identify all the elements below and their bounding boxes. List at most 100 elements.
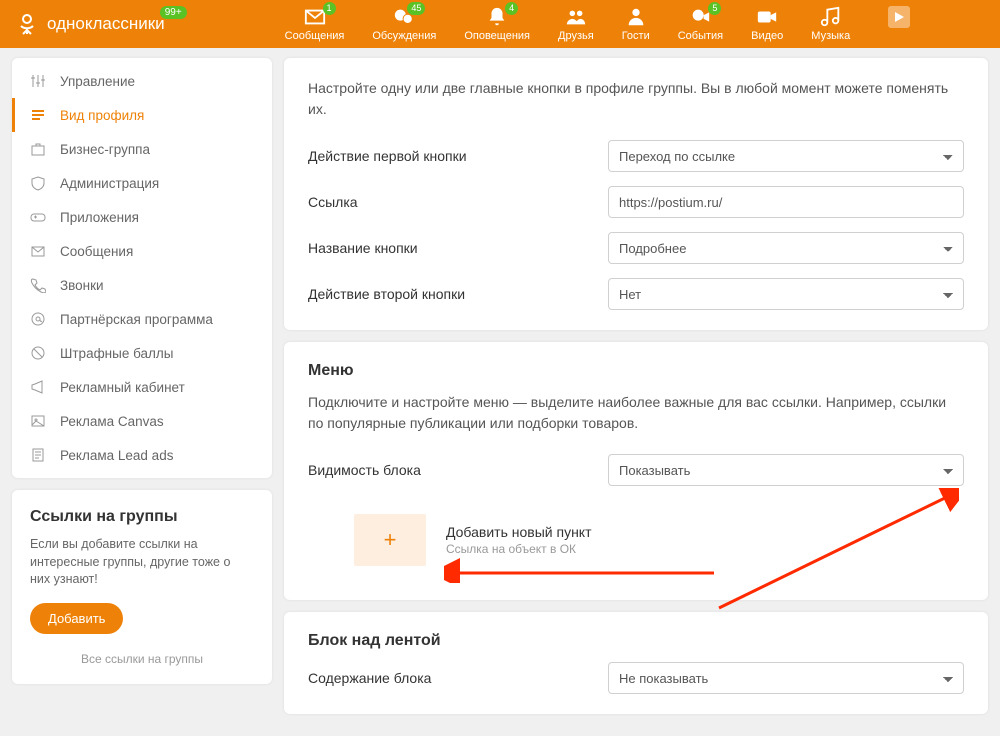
nav-music[interactable]: Музыка [811, 6, 850, 42]
sidebar-item-canvas[interactable]: Реклама Canvas [12, 404, 272, 438]
nav-friends[interactable]: Друзья [558, 6, 594, 42]
nav-video[interactable]: Видео [751, 6, 783, 42]
links-title: Ссылки на группы [30, 508, 254, 526]
ban-icon [30, 345, 46, 361]
nav-label: Гости [622, 30, 650, 42]
guest-icon [625, 6, 647, 28]
envelope-icon: 1 [304, 6, 326, 28]
play-button[interactable] [888, 6, 910, 28]
all-links-link[interactable]: Все ссылки на группы [30, 652, 254, 666]
sidebar-item-label: Сообщения [60, 244, 133, 259]
nav-discussions[interactable]: 45 Обсуждения [372, 6, 436, 42]
buttons-desc: Настройте одну или две главные кнопки в … [308, 78, 964, 120]
bell-icon: 4 [486, 6, 508, 28]
add-item-title: Добавить новый пункт [446, 524, 592, 540]
nav-label: Видео [751, 30, 783, 42]
sidebar-item-label: Реклама Canvas [60, 414, 164, 429]
badge: 45 [407, 2, 425, 15]
nav-label: Сообщения [285, 30, 345, 42]
logo-badge: 99+ [160, 6, 187, 19]
phone-icon [30, 277, 46, 293]
action2-label: Действие второй кнопки [308, 286, 608, 302]
feed-block-panel: Блок над лентой Содержание блока Не пока… [284, 612, 988, 714]
nav-events[interactable]: 5 События [678, 6, 723, 42]
sidebar-item-label: Администрация [60, 176, 159, 191]
sidebar-item-penalty[interactable]: Штрафные баллы [12, 336, 272, 370]
visibility-select[interactable]: Показывать [608, 454, 964, 486]
visibility-label: Видимость блока [308, 462, 608, 478]
sidebar-item-lead-ads[interactable]: Реклама Lead ads [12, 438, 272, 472]
logo-text: одноклассники [47, 14, 165, 34]
sidebar-item-label: Управление [60, 74, 135, 89]
mail-icon [30, 243, 46, 259]
megaphone-icon [30, 379, 46, 395]
sidebar-item-label: Штрафные баллы [60, 346, 173, 361]
action1-select[interactable]: Переход по ссылке [608, 140, 964, 172]
nav-label: Оповещения [464, 30, 530, 42]
sidebar-item-label: Партнёрская программа [60, 312, 213, 327]
nav-label: Обсуждения [372, 30, 436, 42]
sidebar-item-messages[interactable]: Сообщения [12, 234, 272, 268]
nav-label: События [678, 30, 723, 42]
sidebar-item-affiliate[interactable]: Партнёрская программа [12, 302, 272, 336]
sidebar-item-profile-view[interactable]: Вид профиля [12, 98, 272, 132]
feed-title: Блок над лентой [308, 632, 964, 650]
content-label: Содержание блока [308, 670, 608, 686]
image-icon [30, 413, 46, 429]
add-link-button[interactable]: Добавить [30, 603, 123, 634]
buttons-panel: Настройте одну или две главные кнопки в … [284, 58, 988, 330]
content-select[interactable]: Не показывать [608, 662, 964, 694]
nav-label: Друзья [558, 30, 594, 42]
at-icon [30, 311, 46, 327]
button-name-label: Название кнопки [308, 240, 608, 256]
action1-label: Действие первой кнопки [308, 148, 608, 164]
logo[interactable]: одноклассники 99+ [15, 12, 165, 36]
badge: 1 [323, 2, 336, 15]
chat-icon: 45 [393, 6, 415, 28]
sidebar-item-label: Приложения [60, 210, 139, 225]
links-widget: Ссылки на группы Если вы добавите ссылки… [12, 490, 272, 684]
sidebar-item-business[interactable]: Бизнес-группа [12, 132, 272, 166]
add-item-subtitle: Ссылка на объект в ОК [446, 542, 592, 556]
side-menu: Управление Вид профиля Бизнес-группа Адм… [12, 58, 272, 478]
nav-notifications[interactable]: 4 Оповещения [464, 6, 530, 42]
sliders-icon [30, 73, 46, 89]
top-nav: 1 Сообщения 45 Обсуждения 4 Оповещения Д… [285, 6, 911, 42]
sidebar-item-label: Реклама Lead ads [60, 448, 173, 463]
sidebar-item-label: Бизнес-группа [60, 142, 150, 157]
gamepad-icon [30, 209, 46, 225]
nav-label: Музыка [811, 30, 850, 42]
events-icon: 5 [689, 6, 711, 28]
menu-desc: Подключите и настройте меню — выделите н… [308, 392, 964, 434]
menu-panel: Меню Подключите и настройте меню — выдел… [284, 342, 988, 600]
sidebar-item-label: Вид профиля [60, 108, 144, 123]
briefcase-icon [30, 141, 46, 157]
ok-logo-icon [15, 12, 39, 36]
nav-messages[interactable]: 1 Сообщения [285, 6, 345, 42]
video-icon [756, 6, 778, 28]
nav-guests[interactable]: Гости [622, 6, 650, 42]
list-icon [30, 107, 46, 123]
sidebar-item-admin[interactable]: Администрация [12, 166, 272, 200]
sidebar-item-management[interactable]: Управление [12, 64, 272, 98]
badge: 4 [505, 2, 518, 15]
action2-select[interactable]: Нет [608, 278, 964, 310]
sidebar-item-label: Звонки [60, 278, 104, 293]
shield-icon [30, 175, 46, 191]
friends-icon [565, 6, 587, 28]
sidebar-item-ads[interactable]: Рекламный кабинет [12, 370, 272, 404]
play-icon [893, 11, 905, 23]
menu-title: Меню [308, 362, 964, 380]
sidebar-item-calls[interactable]: Звонки [12, 268, 272, 302]
badge: 5 [708, 2, 721, 15]
button-name-select[interactable]: Подробнее [608, 232, 964, 264]
links-desc: Если вы добавите ссылки на интересные гр… [30, 536, 254, 589]
link-input[interactable] [608, 186, 964, 218]
top-header: одноклассники 99+ 1 Сообщения 45 Обсужде… [0, 0, 1000, 48]
add-menu-item[interactable]: + Добавить новый пункт Ссылка на объект … [308, 500, 964, 580]
form-icon [30, 447, 46, 463]
sidebar-item-apps[interactable]: Приложения [12, 200, 272, 234]
sidebar-item-label: Рекламный кабинет [60, 380, 185, 395]
link-label: Ссылка [308, 194, 608, 210]
music-icon [820, 6, 842, 28]
